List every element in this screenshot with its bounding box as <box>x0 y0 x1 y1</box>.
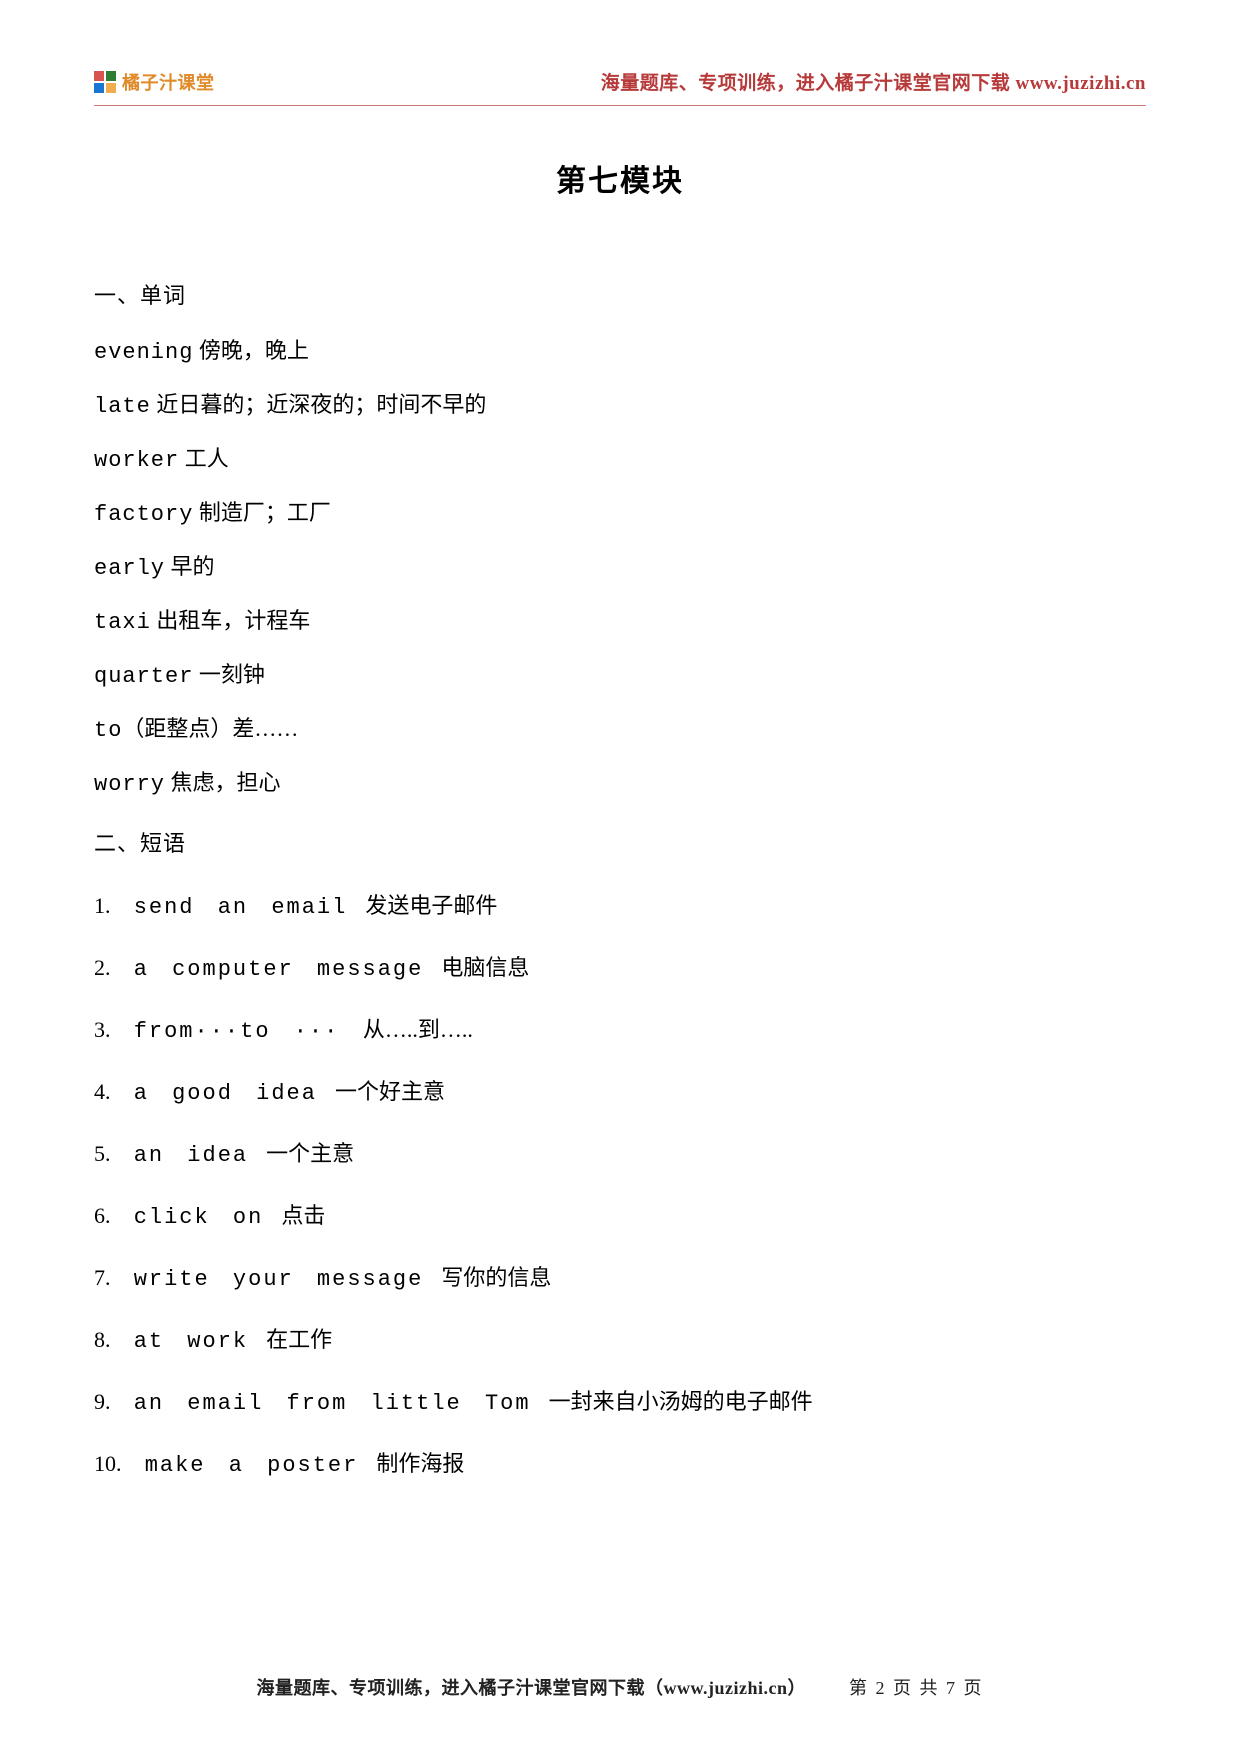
phrase-cn: 一封来自小汤姆的电子邮件 <box>549 1389 813 1414</box>
header-promo-text: 海量题库、专项训练，进入橘子汁课堂官网下载 www.juzizhi.cn <box>601 68 1146 95</box>
phrase-cn: 电脑信息 <box>441 955 529 980</box>
phrase-item: 6. click on 点击 <box>94 1198 1146 1230</box>
vocab-item: late 近日暮的；近深夜的；时间不早的 <box>94 394 1146 418</box>
phrase-en: an idea <box>111 1143 249 1168</box>
vocab-en: taxi <box>94 610 151 635</box>
vocab-cn: 工人 <box>179 446 229 471</box>
phrase-en: at work <box>111 1329 249 1354</box>
phrase-cn: 一个好主意 <box>335 1079 445 1104</box>
vocab-en: evening <box>94 340 193 365</box>
footer-page-number: 第 2 页 共 7 页 <box>849 1678 984 1698</box>
phrase-number: 9. <box>94 1389 111 1415</box>
vocab-cn: 傍晚，晚上 <box>193 338 309 363</box>
brand-name: 橘子汁课堂 <box>122 69 215 95</box>
section-vocab-heading: 一、单词 <box>94 278 1146 310</box>
phrase-cn: 在工作 <box>266 1327 332 1352</box>
phrase-number: 7. <box>94 1265 111 1291</box>
vocab-cn: （距整点）差…… <box>122 716 298 741</box>
brand: 橘子汁课堂 <box>94 69 215 95</box>
section-vocab: 一、单词 evening 傍晚，晚上 late 近日暮的；近深夜的；时间不早的 wo… <box>94 278 1146 796</box>
phrase-cn: 从…..到….. <box>357 1017 473 1042</box>
phrase-cn: 点击 <box>281 1203 325 1228</box>
phrase-item: 4. a good idea 一个好主意 <box>94 1074 1146 1106</box>
vocab-cn: 早的 <box>165 554 215 579</box>
phrase-item: 1. send an email 发送电子邮件 <box>94 888 1146 920</box>
vocab-en: factory <box>94 502 193 527</box>
vocab-en: worry <box>94 772 165 797</box>
page-header: 橘子汁课堂 海量题库、专项训练，进入橘子汁课堂官网下载 www.juzizhi.… <box>94 68 1146 106</box>
vocab-en: worker <box>94 448 179 473</box>
vocab-item: evening 傍晚，晚上 <box>94 340 1146 364</box>
phrase-number: 1. <box>94 893 111 919</box>
phrase-cn: 写你的信息 <box>441 1265 551 1290</box>
phrase-en: an email from little Tom <box>111 1391 531 1416</box>
vocab-item: early 早的 <box>94 556 1146 580</box>
phrase-number: 6. <box>94 1203 111 1229</box>
vocab-cn: 焦虑，担心 <box>165 770 281 795</box>
phrase-number: 5. <box>94 1141 111 1167</box>
phrase-item: 8. at work 在工作 <box>94 1322 1146 1354</box>
vocab-en: quarter <box>94 664 193 689</box>
module-title: 第七模块 <box>94 156 1146 200</box>
phrase-number: 3. <box>94 1017 111 1043</box>
vocab-item: worker 工人 <box>94 448 1146 472</box>
section-phrases: 二、短语 1. send an email 发送电子邮件 2. a computer… <box>94 826 1146 1478</box>
vocab-item: to（距整点）差…… <box>94 718 1146 742</box>
page-footer: 海量题库、专项训练，进入橘子汁课堂官网下载（www.juzizhi.cn） 第 … <box>0 1674 1240 1700</box>
phrase-number: 4. <box>94 1079 111 1105</box>
vocab-en: to <box>94 718 122 743</box>
phrase-item: 3. from···to ··· 从…..到….. <box>94 1012 1146 1044</box>
vocab-item: factory 制造厂；工厂 <box>94 502 1146 526</box>
phrase-item: 10. make a poster 制作海报 <box>94 1446 1146 1478</box>
vocab-cn: 近日暮的；近深夜的；时间不早的 <box>151 392 487 417</box>
phrase-en: write your message <box>111 1267 424 1292</box>
vocab-en: early <box>94 556 165 581</box>
phrase-en: make a poster <box>122 1453 359 1478</box>
phrase-en: click on <box>111 1205 264 1230</box>
footer-promo-text: 海量题库、专项训练，进入橘子汁课堂官网下载（www.juzizhi.cn） <box>257 1678 807 1698</box>
vocab-cn: 制造厂；工厂 <box>193 500 331 525</box>
vocab-cn: 一刻钟 <box>193 662 265 687</box>
vocab-item: quarter 一刻钟 <box>94 664 1146 688</box>
phrase-number: 8. <box>94 1327 111 1353</box>
vocab-cn: 出租车，计程车 <box>151 608 311 633</box>
vocab-item: taxi 出租车，计程车 <box>94 610 1146 634</box>
phrase-cn: 一个主意 <box>266 1141 354 1166</box>
phrase-en: a good idea <box>111 1081 317 1106</box>
phrase-en: send an email <box>111 895 348 920</box>
phrase-item: 9. an email from little Tom 一封来自小汤姆的电子邮件 <box>94 1384 1146 1416</box>
phrase-number: 2. <box>94 955 111 981</box>
vocab-list: evening 傍晚，晚上 late 近日暮的；近深夜的；时间不早的 worker … <box>94 340 1146 796</box>
vocab-en: late <box>94 394 151 419</box>
phrase-en: a computer message <box>111 957 424 982</box>
phrase-en: from···to ··· <box>111 1019 340 1044</box>
brand-logo-icon <box>94 71 116 93</box>
phrase-cn: 发送电子邮件 <box>365 893 497 918</box>
phrase-item: 5. an idea 一个主意 <box>94 1136 1146 1168</box>
vocab-item: worry 焦虑，担心 <box>94 772 1146 796</box>
phrase-cn: 制作海报 <box>376 1451 464 1476</box>
page-container: 橘子汁课堂 海量题库、专项训练，进入橘子汁课堂官网下载 www.juzizhi.… <box>0 0 1240 1754</box>
phrase-item: 2. a computer message 电脑信息 <box>94 950 1146 982</box>
section-phrases-heading: 二、短语 <box>94 826 1146 858</box>
phrase-item: 7. write your message 写你的信息 <box>94 1260 1146 1292</box>
phrase-list: 1. send an email 发送电子邮件 2. a computer mess… <box>94 888 1146 1478</box>
phrase-number: 10. <box>94 1451 122 1477</box>
